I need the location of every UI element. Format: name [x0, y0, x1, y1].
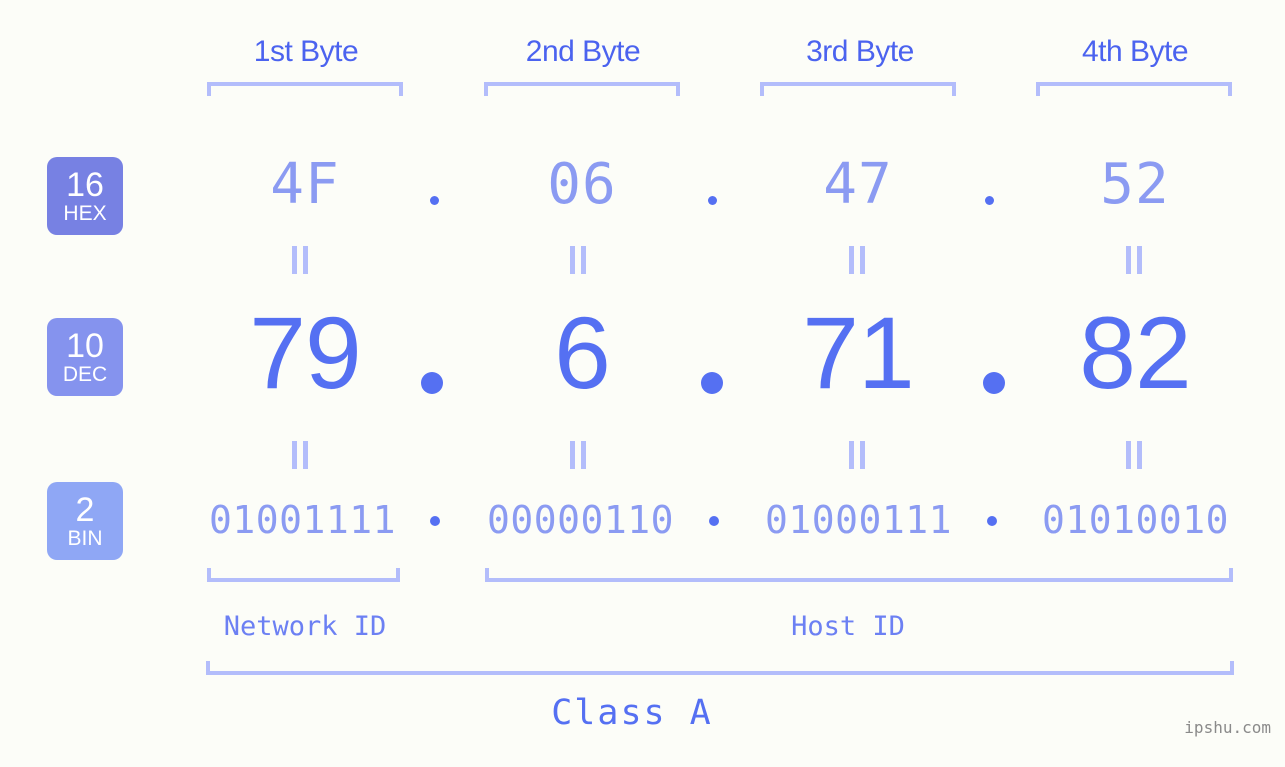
dec-octet-3: 71: [802, 296, 914, 410]
base-badge-bin-number: 2: [75, 490, 95, 529]
bin-dot-separator-3: [987, 516, 997, 526]
dec-octet-1: 79: [249, 296, 361, 410]
equals-separator-hex-dec-2: [570, 246, 587, 274]
bin-octet-2: 00000110: [486, 498, 675, 542]
byte-bracket-top-2: [484, 82, 680, 96]
dec-dot-separator-2: [701, 372, 723, 394]
base-badge-dec-number: 10: [66, 326, 104, 365]
bin-dot-separator-2: [709, 516, 719, 526]
hex-octet-1: 4F: [270, 152, 340, 217]
network-id-label: Network ID: [223, 611, 387, 642]
byte-bracket-top-4: [1036, 82, 1232, 96]
base-badge-bin-name: BIN: [67, 526, 103, 550]
host-id-bracket: [485, 568, 1233, 582]
byte-header-1: 1st Byte: [253, 35, 359, 68]
hex-dot-separator-3: [985, 196, 994, 205]
byte-header-4: 4th Byte: [1081, 35, 1189, 68]
network-id-bracket: [207, 568, 400, 582]
base-badge-bin: 2 BIN: [47, 482, 123, 560]
equals-separator-dec-bin-4: [1126, 441, 1143, 469]
equals-separator-hex-dec-3: [849, 246, 866, 274]
ip-breakdown-diagram: 1st Byte 2nd Byte 3rd Byte 4th Byte 16 H…: [0, 0, 1285, 767]
dec-octet-4: 82: [1079, 296, 1191, 410]
class-bracket: [206, 661, 1234, 675]
byte-bracket-top-1: [207, 82, 403, 96]
class-label: Class A: [551, 693, 713, 733]
equals-separator-hex-dec-4: [1126, 246, 1143, 274]
hex-dot-separator-1: [430, 196, 439, 205]
hex-dot-separator-2: [708, 196, 717, 205]
bin-dot-separator-1: [430, 516, 440, 526]
hex-octet-4: 52: [1100, 152, 1170, 217]
byte-header-2: 2nd Byte: [525, 35, 641, 68]
site-watermark: ipshu.com: [1184, 718, 1271, 737]
dec-dot-separator-3: [983, 372, 1005, 394]
hex-octet-3: 47: [823, 152, 893, 217]
byte-header-3: 3rd Byte: [806, 35, 914, 68]
base-badge-hex: 16 HEX: [47, 157, 123, 235]
equals-separator-dec-bin-3: [849, 441, 866, 469]
base-badge-hex-number: 16: [66, 165, 104, 204]
base-badge-dec-name: DEC: [62, 362, 108, 386]
byte-bracket-top-3: [760, 82, 956, 96]
equals-separator-dec-bin-1: [292, 441, 309, 469]
bin-octet-1: 01001111: [208, 498, 397, 542]
bin-octet-4: 01010010: [1041, 498, 1230, 542]
hex-octet-2: 06: [547, 152, 617, 217]
dec-octet-2: 6: [554, 296, 611, 410]
host-id-label: Host ID: [791, 611, 905, 642]
base-badge-hex-name: HEX: [63, 201, 107, 225]
dec-dot-separator-1: [421, 372, 443, 394]
equals-separator-hex-dec-1: [292, 246, 309, 274]
bin-octet-3: 01000111: [764, 498, 953, 542]
base-badge-dec: 10 DEC: [47, 318, 123, 396]
equals-separator-dec-bin-2: [570, 441, 587, 469]
